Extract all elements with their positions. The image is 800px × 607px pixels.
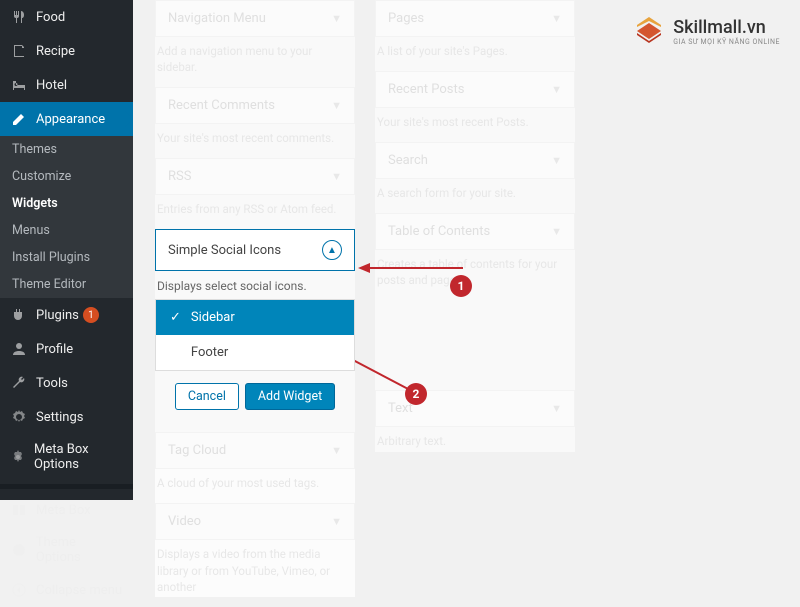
settings-icon — [10, 408, 28, 426]
profile-icon — [10, 340, 28, 358]
menu-label: Profile — [36, 342, 73, 357]
sidebar-item-settings[interactable]: Settings — [0, 400, 133, 434]
collapse-menu[interactable]: Collapse menu — [0, 573, 133, 607]
collapse-icon — [10, 581, 28, 599]
widget-desc: Your site's most recent Posts. — [375, 108, 575, 132]
widget-desc: Add a navigation menu to your sidebar. — [155, 37, 355, 77]
widget-desc: Entries from any RSS or Atom feed. — [155, 195, 355, 219]
widget-desc: Your site's most recent comments. — [155, 124, 355, 148]
tools-icon — [10, 374, 28, 392]
annotation-badge-2: 2 — [405, 383, 427, 405]
submenu-theme-editor[interactable]: Theme Editor — [0, 271, 133, 298]
submenu-themes[interactable]: Themes — [0, 136, 133, 163]
chevron-up-icon[interactable]: ▲ — [322, 240, 342, 260]
widget-tag-cloud[interactable]: Tag Cloud▼ — [155, 432, 355, 469]
widget-desc: Displays a video from the media library … — [155, 540, 355, 596]
sidebar-item-recipe[interactable]: Recipe — [0, 34, 133, 68]
update-badge: 1 — [83, 307, 99, 323]
widget-title: Simple Social Icons — [168, 243, 281, 258]
chevron-down-icon: ▼ — [551, 154, 562, 167]
menu-label: Theme Options — [36, 535, 123, 565]
submenu-menus[interactable]: Menus — [0, 217, 133, 244]
separator — [0, 484, 133, 489]
menu-label: Collapse menu — [36, 583, 122, 598]
menu-label: Meta Box Options — [34, 442, 123, 472]
widget-desc: Displays select social icons. — [155, 271, 355, 299]
sidebar-item-appearance[interactable]: Appearance — [0, 102, 133, 136]
menu-label: Plugins — [36, 308, 79, 323]
sidebar-item-plugins[interactable]: Plugins 1 — [0, 298, 133, 332]
submenu-customize[interactable]: Customize — [0, 163, 133, 190]
chevron-down-icon: ▼ — [551, 225, 562, 238]
widget-rss[interactable]: RSS▼ — [155, 158, 355, 195]
widget-pages[interactable]: Pages▼ — [375, 0, 575, 37]
widget-simple-social-icons[interactable]: Simple Social Icons ▲ — [155, 229, 355, 271]
logo-subtitle: GIA SƯ MỌI KỸ NĂNG ONLINE — [673, 38, 780, 46]
menu-label: Hotel — [36, 78, 67, 93]
widget-recent-posts[interactable]: Recent Posts▼ — [375, 71, 575, 108]
annotation-badge-1: 1 — [450, 275, 472, 297]
widget-desc: A search form for your site. — [375, 179, 575, 203]
submenu-widgets[interactable]: Widgets — [0, 190, 133, 217]
menu-label: Meta Box — [36, 503, 91, 518]
settings-icon — [10, 448, 26, 466]
sidebar-item-hotel[interactable]: Hotel — [0, 68, 133, 102]
sidebar-item-metabox-options[interactable]: Meta Box Options — [0, 434, 133, 480]
widget-search[interactable]: Search▼ — [375, 142, 575, 179]
sidebar-item-food[interactable]: Food — [0, 0, 133, 34]
menu-label: Settings — [36, 410, 83, 425]
menu-label: Food — [36, 10, 65, 25]
logo-text: Skillmall.vn — [673, 17, 780, 38]
sidebar-item-metabox[interactable]: Meta Box — [0, 493, 133, 527]
sidebar-item-theme-options[interactable]: Theme Options — [0, 527, 133, 573]
plugin-icon — [10, 306, 28, 324]
recipe-icon — [10, 42, 28, 60]
sidebar-item-profile[interactable]: Profile — [0, 332, 133, 366]
menu-label: Recipe — [36, 44, 75, 59]
menu-label: Appearance — [36, 112, 105, 127]
widget-desc: Arbitrary text. — [375, 427, 575, 451]
admin-sidebar: Food Recipe Hotel Appearance Themes Cust… — [0, 0, 133, 500]
food-icon — [10, 8, 28, 26]
logo-icon — [633, 15, 665, 47]
available-widgets-left: Navigation Menu▼ Add a navigation menu t… — [155, 0, 355, 597]
check-icon: ✓ — [170, 310, 181, 325]
widget-desc: Creates a table of contents for your pos… — [375, 250, 575, 290]
chevron-down-icon: ▼ — [331, 12, 342, 25]
widget-video[interactable]: Video▼ — [155, 503, 355, 540]
widget-buttons: Cancel Add Widget — [155, 371, 355, 422]
theme-icon — [10, 541, 28, 559]
add-widget-button[interactable]: Add Widget — [245, 383, 335, 410]
widget-table-of-contents[interactable]: Table of Contents▼ — [375, 213, 575, 250]
area-option-footer[interactable]: ✓ Footer — [156, 335, 354, 370]
cancel-button[interactable]: Cancel — [175, 383, 239, 410]
chevron-down-icon: ▼ — [331, 515, 342, 528]
brand-logo: Skillmall.vn GIA SƯ MỌI KỸ NĂNG ONLINE — [633, 15, 780, 47]
chevron-down-icon: ▼ — [331, 170, 342, 183]
available-widgets-right: Pages▼ A list of your site's Pages. Rece… — [375, 0, 575, 452]
menu-label: Tools — [36, 376, 68, 391]
submenu-install-plugins[interactable]: Install Plugins — [0, 244, 133, 271]
metabox-icon — [10, 501, 28, 519]
appearance-icon — [10, 110, 28, 128]
widget-area-list: ✓ Sidebar ✓ Footer — [155, 299, 355, 371]
hotel-icon — [10, 76, 28, 94]
chevron-down-icon: ▼ — [331, 444, 342, 457]
widget-navigation-menu[interactable]: Navigation Menu▼ — [155, 0, 355, 37]
widget-recent-comments[interactable]: Recent Comments▼ — [155, 87, 355, 124]
chevron-down-icon: ▼ — [331, 99, 342, 112]
widget-desc: A cloud of your most used tags. — [155, 469, 355, 493]
sidebar-item-tools[interactable]: Tools — [0, 366, 133, 400]
chevron-down-icon: ▼ — [551, 83, 562, 96]
chevron-down-icon: ▼ — [551, 402, 562, 415]
chevron-down-icon: ▼ — [551, 12, 562, 25]
widget-desc: A list of your site's Pages. — [375, 37, 575, 61]
area-option-sidebar[interactable]: ✓ Sidebar — [156, 300, 354, 335]
